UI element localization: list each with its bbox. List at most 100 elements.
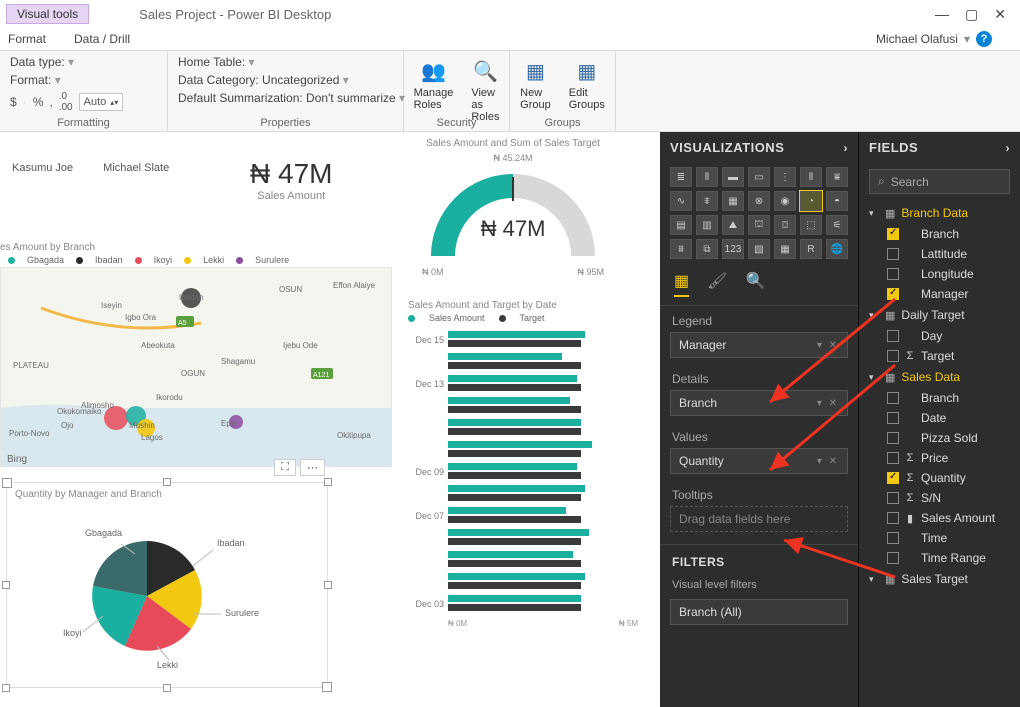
viz-type-icon[interactable]: 🌐 <box>826 239 848 259</box>
fields-tab-icon[interactable]: ▦ <box>674 271 689 297</box>
view-as-roles-button[interactable]: 🔍 View as Roles <box>465 55 505 125</box>
minimize-icon[interactable]: — <box>935 6 949 23</box>
tooltips-well[interactable]: Drag data fields here <box>670 506 848 532</box>
viz-type-icon[interactable]: ◉ <box>774 191 796 211</box>
checkbox[interactable] <box>887 268 899 280</box>
chevron-right-icon[interactable]: › <box>1006 141 1011 155</box>
viz-type-icon[interactable]: ⧉ <box>696 239 718 259</box>
field-item[interactable]: Day <box>865 326 1014 346</box>
table-header[interactable]: ▾▦Branch Data <box>865 202 1014 224</box>
checkbox[interactable] <box>887 392 899 404</box>
viz-type-icon[interactable]: ⩩ <box>670 239 692 259</box>
field-item[interactable]: Pizza Sold <box>865 428 1014 448</box>
manage-roles-button[interactable]: 👥 Manage Roles <box>408 55 460 113</box>
table-header[interactable]: ▾▦Sales Target <box>865 568 1014 590</box>
bar-chart-visual[interactable]: Sales Amount and Target by Date Sales Am… <box>408 300 638 628</box>
viz-type-icon[interactable]: ⚟ <box>826 215 848 235</box>
checkbox[interactable] <box>887 248 899 260</box>
decimals-combo[interactable]: Auto ▴▾ <box>79 93 124 111</box>
report-canvas[interactable]: Kasumu Joe Michael Slate ₦ 47M Sales Amo… <box>0 132 660 707</box>
details-well[interactable]: Branch▾ ✕ <box>670 390 848 416</box>
focus-mode-icon[interactable]: ⛶ <box>274 459 296 476</box>
card-visual[interactable]: ₦ 47M Sales Amount <box>250 158 332 202</box>
viz-type-icon[interactable]: R <box>800 239 822 259</box>
chevron-right-icon[interactable]: › <box>844 141 849 155</box>
checkbox[interactable] <box>887 552 899 564</box>
tab-data-drill[interactable]: Data / Drill <box>74 32 130 46</box>
viz-type-icon[interactable]: ⊗ <box>748 191 770 211</box>
more-options-icon[interactable]: ⋯ <box>300 459 325 476</box>
viz-type-icon[interactable]: ⛫ <box>748 215 770 235</box>
viz-type-icon[interactable]: 123 <box>722 239 744 259</box>
map-visual[interactable]: es Amount by Branch GbagadaIbadanIkoyiLe… <box>0 242 394 470</box>
viz-type-icon[interactable]: ⌼ <box>774 215 796 235</box>
viz-type-icon[interactable]: ▧ <box>748 239 770 259</box>
checkbox[interactable] <box>887 532 899 544</box>
viz-type-icon[interactable]: ▬ <box>722 167 744 187</box>
comma-icon[interactable]: , <box>49 95 52 109</box>
viz-type-icon[interactable]: ▦ <box>722 191 744 211</box>
currency-icon[interactable]: $ <box>10 95 17 109</box>
viz-type-icon[interactable]: ≣ <box>670 167 692 187</box>
checkbox[interactable] <box>887 432 899 444</box>
tab-format[interactable]: Format <box>8 32 46 46</box>
field-item[interactable]: ΣS/N <box>865 488 1014 508</box>
help-icon[interactable]: ? <box>976 31 992 47</box>
maximize-icon[interactable]: ▢ <box>965 6 978 23</box>
viz-type-icon[interactable]: ▭ <box>748 167 770 187</box>
field-item[interactable]: Branch <box>865 388 1014 408</box>
checkbox[interactable] <box>887 350 899 362</box>
edit-groups-button[interactable]: ▦ Edit Groups <box>563 55 611 113</box>
viz-type-icon[interactable]: ▥ <box>696 215 718 235</box>
percent-icon[interactable]: % <box>33 95 44 109</box>
checkbox[interactable] <box>887 288 899 300</box>
field-item[interactable]: Time <box>865 528 1014 548</box>
field-item[interactable]: ΣTarget <box>865 346 1014 366</box>
close-icon[interactable]: ✕ <box>994 6 1006 23</box>
slicer-item[interactable]: Michael Slate <box>103 162 169 174</box>
table-header[interactable]: ▾▦Daily Target <box>865 304 1014 326</box>
checkbox[interactable] <box>887 452 899 464</box>
viz-type-icon[interactable]: ⫴ <box>696 167 718 187</box>
viz-type-icon[interactable]: ▦ <box>774 239 796 259</box>
field-item[interactable]: Lattitude <box>865 244 1014 264</box>
checkbox[interactable] <box>887 512 899 524</box>
checkbox[interactable] <box>887 228 899 240</box>
format-tab-icon[interactable]: 🖌 <box>707 271 727 297</box>
field-item[interactable]: Longitude <box>865 264 1014 284</box>
pie-chart-visual[interactable]: ⛶ ⋯ Quantity by Manager and Branch Gbaga… <box>6 482 328 688</box>
search-input[interactable]: ⌕ Search <box>869 169 1010 194</box>
field-item[interactable]: Time Range <box>865 548 1014 568</box>
field-item[interactable]: ΣPrice <box>865 448 1014 468</box>
decimal-icon[interactable]: .0.00 <box>59 91 73 113</box>
checkbox[interactable] <box>887 472 899 484</box>
filter-branch[interactable]: Branch (All) <box>670 599 848 625</box>
viz-gallery[interactable]: ≣⫴▬▭⋮⦀⩸∿⩨▦⊗◉◔◓▤▥⛰⛫⌼⬚⚟⩩⧉123▧▦R🌐 <box>660 163 858 263</box>
legend-well[interactable]: Manager▾ ✕ <box>670 332 848 358</box>
viz-type-icon[interactable]: ∿ <box>670 191 692 211</box>
field-item[interactable]: ΣQuantity <box>865 468 1014 488</box>
field-item[interactable]: Manager <box>865 284 1014 304</box>
field-item[interactable]: ▮Sales Amount <box>865 508 1014 528</box>
viz-type-icon[interactable]: ⬚ <box>800 215 822 235</box>
field-item[interactable]: Date <box>865 408 1014 428</box>
gauge-visual[interactable]: Sales Amount and Sum of Sales Target ₦ 4… <box>398 138 628 277</box>
checkbox[interactable] <box>887 492 899 504</box>
viz-type-icon[interactable]: ⩨ <box>696 191 718 211</box>
tab-visual-tools[interactable]: Visual tools <box>6 4 89 24</box>
viz-type-icon[interactable]: ⋮ <box>774 167 796 187</box>
slicer-item[interactable]: Kasumu Joe <box>12 162 73 174</box>
checkbox[interactable] <box>887 412 899 424</box>
values-well[interactable]: Quantity▾ ✕ <box>670 448 848 474</box>
viz-type-icon[interactable]: ◔ <box>800 191 822 211</box>
new-group-button[interactable]: ▦ New Group <box>514 55 557 113</box>
checkbox[interactable] <box>887 330 899 342</box>
analytics-tab-icon[interactable]: 🔍 <box>745 271 765 297</box>
field-item[interactable]: Branch <box>865 224 1014 244</box>
table-header[interactable]: ▾▦Sales Data <box>865 366 1014 388</box>
viz-type-icon[interactable]: ▤ <box>670 215 692 235</box>
viz-type-icon[interactable]: ⦀ <box>800 167 822 187</box>
viz-type-icon[interactable]: ◓ <box>826 191 848 211</box>
viz-type-icon[interactable]: ⛰ <box>722 215 744 235</box>
viz-type-icon[interactable]: ⩸ <box>826 167 848 187</box>
